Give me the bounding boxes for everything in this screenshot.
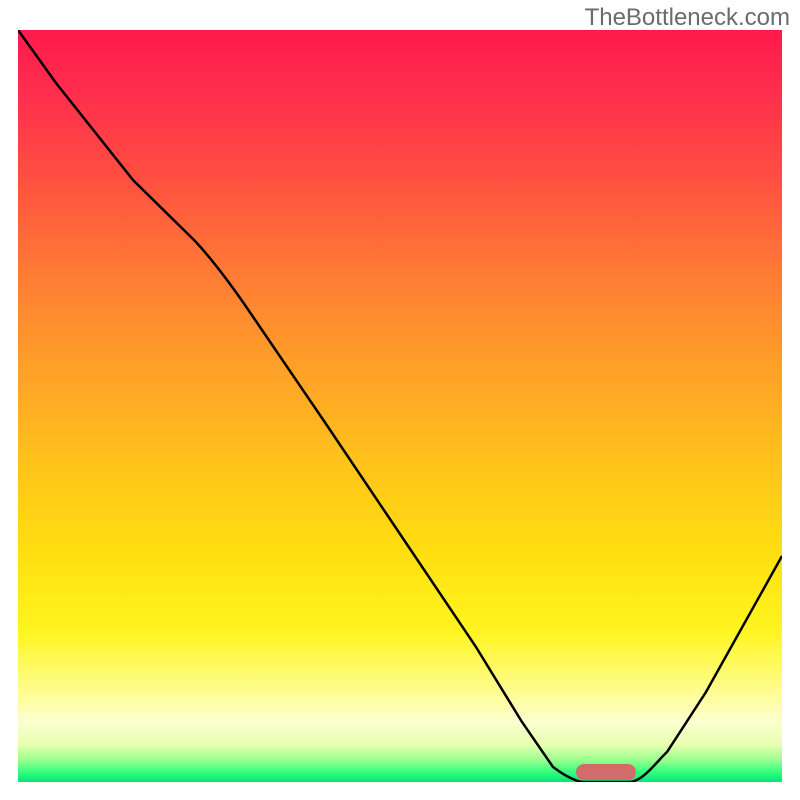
bottleneck-curve-line (18, 30, 782, 782)
watermark: TheBottleneck.com (585, 4, 790, 32)
chart-svg (18, 30, 782, 782)
chart-area (18, 30, 782, 782)
optimal-range-marker (576, 764, 636, 780)
